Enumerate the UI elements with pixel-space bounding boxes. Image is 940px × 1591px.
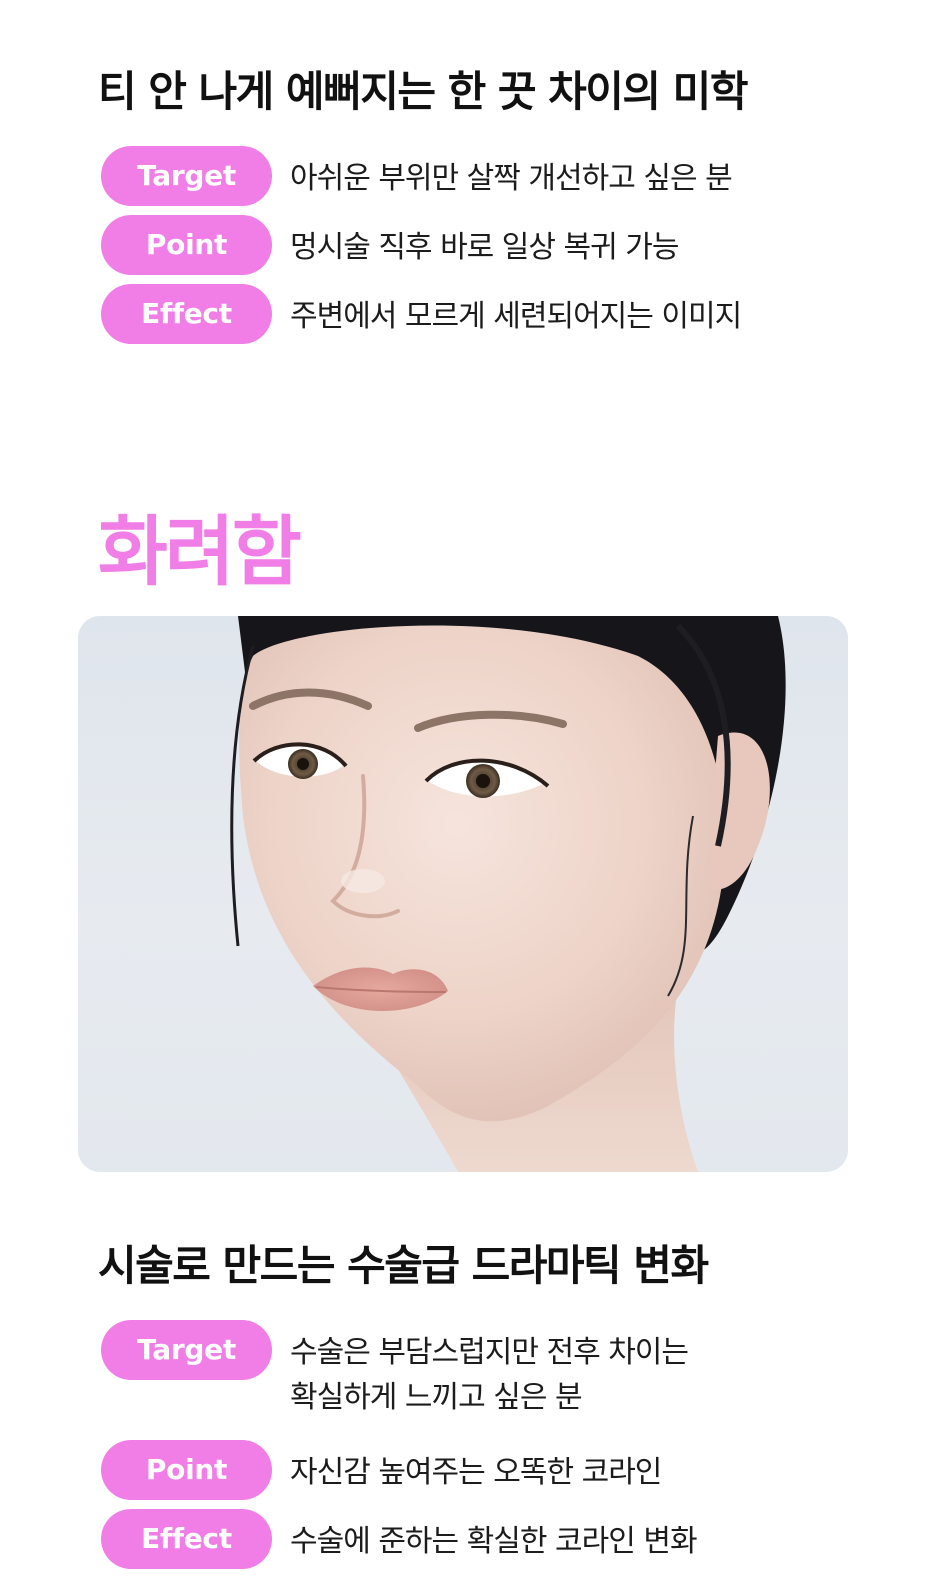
point-text: 자신감 높여주는 오똑한 코라인	[290, 1455, 662, 1490]
point-pill: Point	[101, 215, 272, 275]
target-text-line1: 수술은 부담스럽지만 전후 차이는	[290, 1335, 689, 1370]
portrait-image	[78, 616, 848, 1172]
effect-pill: Effect	[101, 284, 272, 344]
target-text: 수술은 부담스럽지만 전후 차이는 확실하게 느끼고 싶은 분	[290, 1330, 870, 1420]
target-pill: Target	[101, 1320, 272, 1380]
point-text: 멍시술 직후 바로 일상 복귀 가능	[290, 230, 679, 265]
target-pill: Target	[101, 146, 272, 206]
target-text-line2: 확실하게 느끼고 싶은 분	[290, 1380, 583, 1415]
effect-pill: Effect	[101, 1509, 272, 1569]
section-title-glamour: 시술로 만드는 수술급 드라마틱 변화	[98, 1241, 709, 1290]
effect-text: 수술에 준하는 확실한 코라인 변화	[290, 1524, 698, 1559]
accent-heading-glamour: 화려함	[98, 507, 302, 596]
effect-text: 주변에서 모르게 세련되어지는 이미지	[290, 299, 742, 334]
section-title-subtle: 티 안 나게 예뻐지는 한 끗 차이의 미학	[98, 67, 748, 116]
face-illustration	[230, 616, 786, 1172]
target-text: 아쉬운 부위만 살짝 개선하고 싶은 분	[290, 161, 733, 196]
point-pill: Point	[101, 1440, 272, 1500]
